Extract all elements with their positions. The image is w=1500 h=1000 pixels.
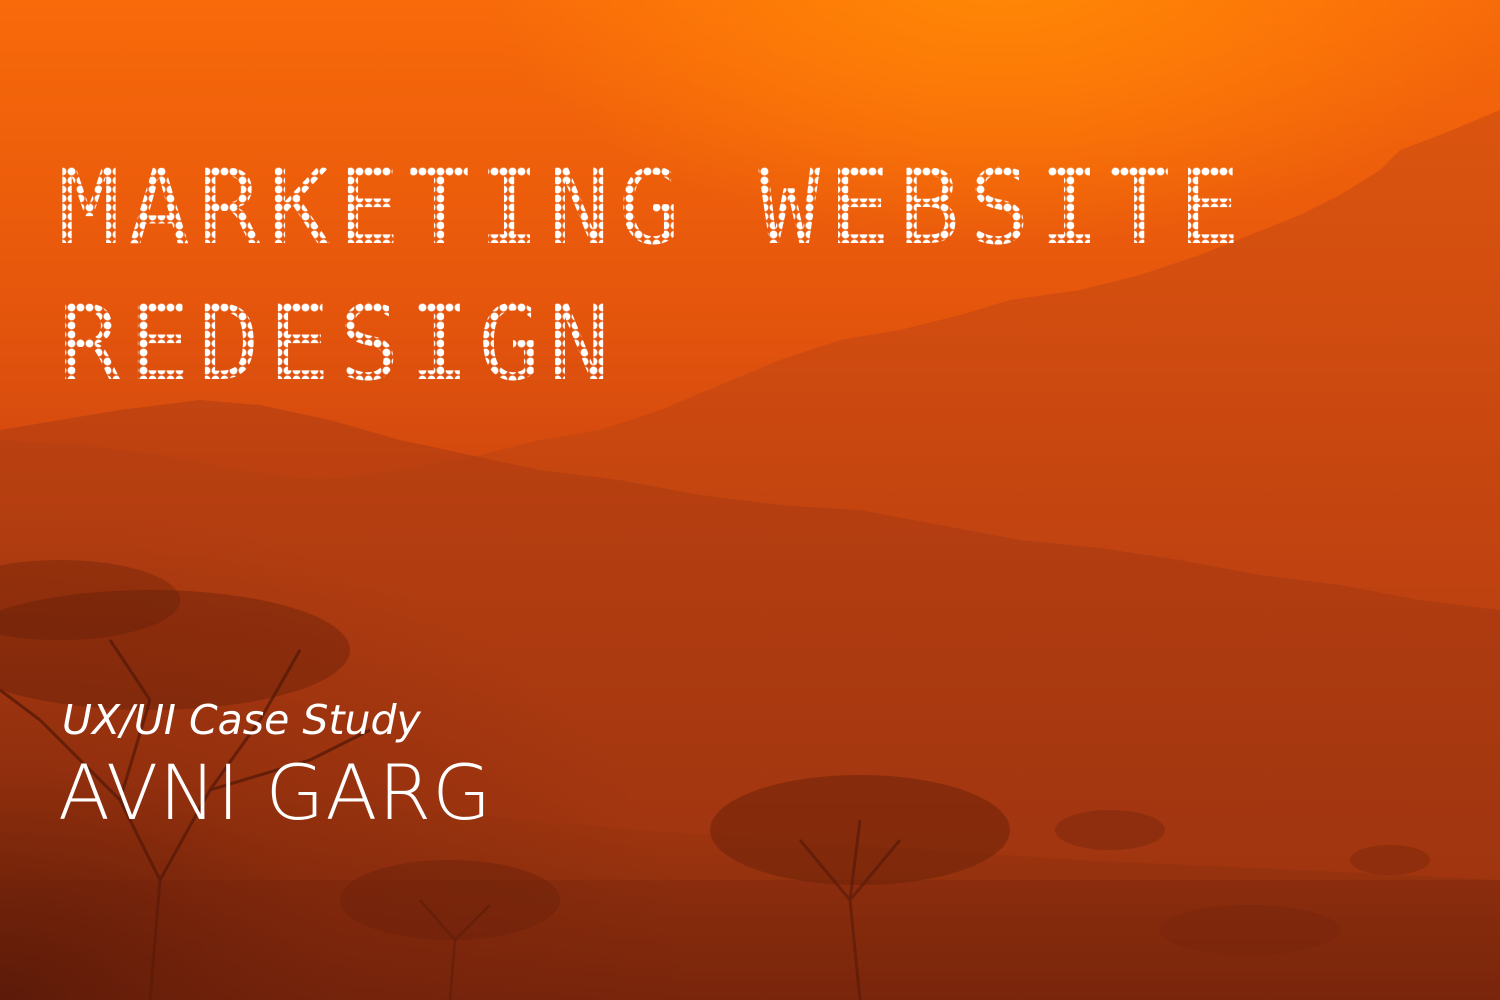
cover-slide: MARKETING WEBSITE REDESIGN UX/UI Case St… xyxy=(0,0,1500,1000)
cover-subtitle: UX/UI Case Study xyxy=(62,696,421,744)
title-line-1: MARKETING WEBSITE xyxy=(58,140,1438,276)
author-name: AVNI GARG xyxy=(58,748,493,837)
title-line-2: REDESIGN xyxy=(58,276,1438,412)
cover-title: MARKETING WEBSITE REDESIGN xyxy=(58,140,1438,412)
